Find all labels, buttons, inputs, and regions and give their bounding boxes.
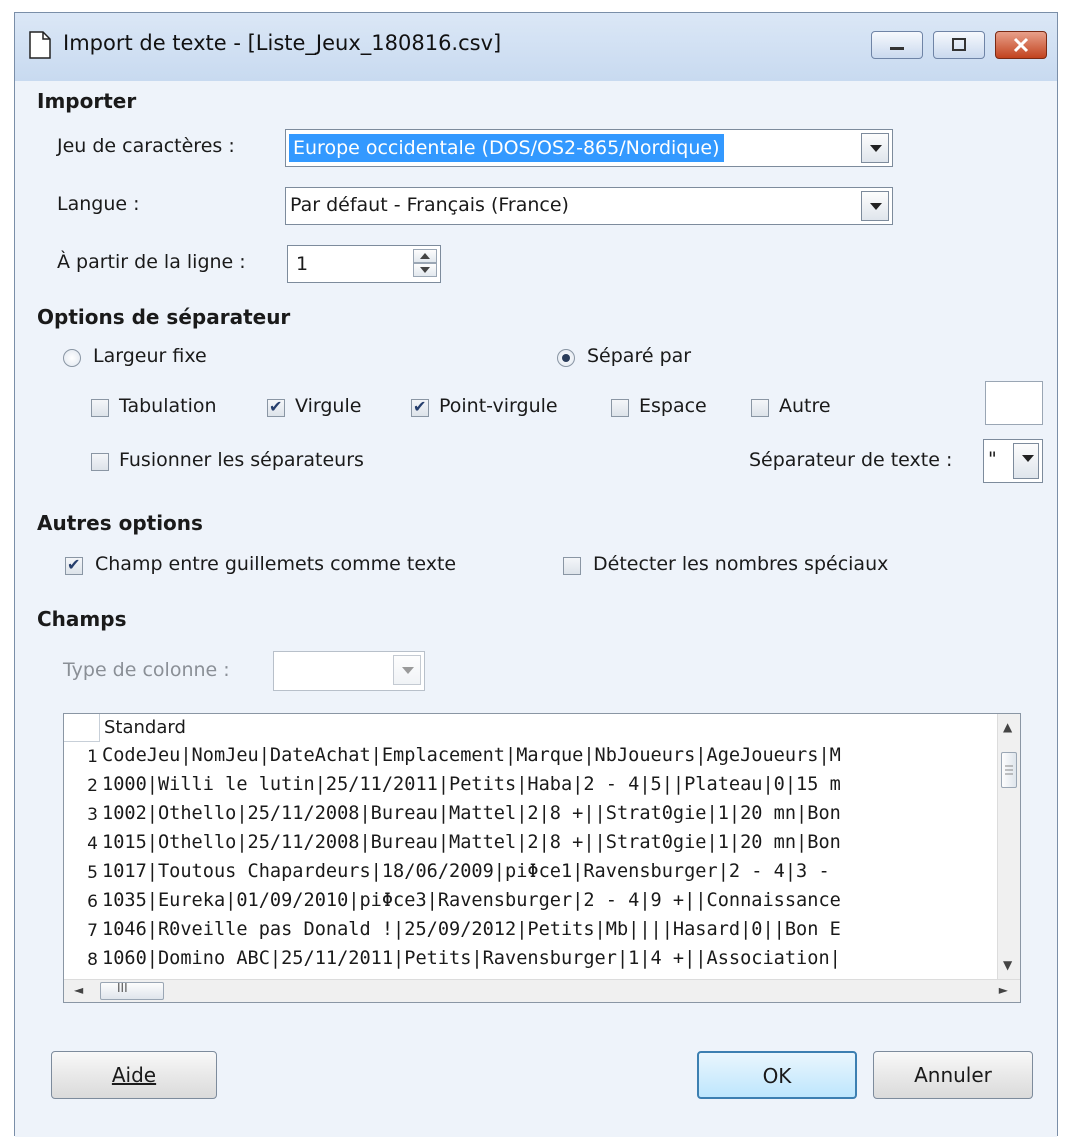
detect-special-numbers-label[interactable]: Détecter les nombres spéciaux: [593, 553, 888, 575]
merge-separators-checkbox[interactable]: [91, 453, 109, 471]
column-type-label: Type de colonne :: [63, 659, 230, 681]
quoted-as-text-checkbox[interactable]: [65, 555, 83, 575]
scroll-grip-mark: III: [117, 981, 128, 995]
chevron-down-icon[interactable]: [1013, 443, 1039, 479]
other-label[interactable]: Autre: [779, 395, 831, 417]
chevron-down-icon[interactable]: [861, 191, 889, 221]
stepper-up-icon[interactable]: [413, 249, 437, 263]
table-row[interactable]: 1000|Willi le lutin|25/11/2011|Petits|Ha…: [102, 774, 841, 795]
detect-special-numbers-checkbox[interactable]: [563, 557, 581, 575]
row-number[interactable]: 3: [64, 805, 100, 825]
help-button[interactable]: Aide: [51, 1051, 217, 1099]
fixed-width-label[interactable]: Largeur fixe: [93, 345, 207, 367]
row-number[interactable]: 5: [64, 863, 100, 883]
import-text-dialog: Import de texte - [Liste_Jeux_180816.csv…: [14, 12, 1058, 1137]
tab-checkbox[interactable]: [91, 399, 109, 417]
fixed-width-radio[interactable]: [63, 349, 81, 367]
table-row[interactable]: 1060|Domino ABC|25/11/2011|Petits|Ravens…: [102, 948, 841, 969]
ok-button[interactable]: OK: [697, 1051, 857, 1099]
row-number[interactable]: 4: [64, 834, 100, 854]
table-row[interactable]: 1035|Eureka|01/09/2010|piΦce3|Ravensburg…: [102, 890, 841, 911]
importer-heading: Importer: [37, 89, 137, 113]
fields-heading: Champs: [37, 607, 127, 631]
scroll-up-icon[interactable]: ▲: [1003, 720, 1012, 734]
charset-label: Jeu de caractères :: [57, 135, 235, 157]
other-options-heading: Autres options: [37, 511, 203, 535]
row-number[interactable]: 6: [64, 892, 100, 912]
chevron-down-icon[interactable]: [861, 133, 889, 163]
table-row[interactable]: 1015|Othello|25/11/2008|Bureau|Mattel|2|…: [102, 832, 841, 853]
maximize-icon: [952, 38, 966, 51]
quoted-as-text-label[interactable]: Champ entre guillemets comme texte: [95, 553, 456, 575]
from-line-value: 1: [296, 253, 309, 275]
cancel-button[interactable]: Annuler: [873, 1051, 1033, 1099]
stepper-down-icon[interactable]: [413, 263, 437, 277]
ok-button-label: OK: [762, 1064, 792, 1088]
grid-header: Standard: [64, 714, 1020, 742]
scroll-right-icon[interactable]: ►: [999, 983, 1008, 997]
close-button[interactable]: [995, 31, 1047, 59]
table-row[interactable]: 1046|R0veille pas Donald !|25/09/2012|Pe…: [102, 919, 841, 940]
other-checkbox[interactable]: [751, 399, 769, 417]
language-label: Langue :: [57, 193, 140, 215]
comma-label[interactable]: Virgule: [295, 395, 361, 417]
semicolon-checkbox[interactable]: [411, 397, 429, 417]
table-row[interactable]: 1017|Toutous Chapardeurs|18/06/2009|piΦc…: [102, 861, 841, 882]
grid-corner: [64, 714, 100, 742]
dialog-content: Importer Jeu de caractères : Europe occi…: [15, 81, 1057, 1137]
minimize-button[interactable]: [871, 31, 923, 59]
table-row[interactable]: CodeJeu|NomJeu|DateAchat|Emplacement|Mar…: [102, 745, 841, 766]
text-delimiter-value: ": [988, 448, 997, 470]
merge-separators-label[interactable]: Fusionner les séparateurs: [119, 449, 364, 471]
chevron-down-icon[interactable]: [393, 655, 421, 685]
row-number[interactable]: 2: [64, 776, 100, 796]
semicolon-label[interactable]: Point-virgule: [439, 395, 558, 417]
text-delimiter-select[interactable]: ": [983, 439, 1043, 483]
separated-by-radio[interactable]: [557, 349, 575, 367]
row-number[interactable]: 1: [64, 747, 100, 767]
preview-grid[interactable]: Standard 1 CodeJeu|NomJeu|DateAchat|Empla…: [63, 713, 1021, 1003]
vertical-scroll-thumb[interactable]: [1001, 752, 1017, 788]
help-button-label: Aide: [111, 1063, 157, 1087]
vertical-scrollbar[interactable]: ▲ ▼: [997, 714, 1020, 980]
separated-by-label[interactable]: Séparé par: [587, 345, 691, 367]
comma-checkbox[interactable]: [267, 397, 285, 417]
grip-icon: [1005, 765, 1013, 775]
other-separator-input[interactable]: [985, 381, 1043, 425]
scroll-down-icon[interactable]: ▼: [1003, 958, 1012, 972]
cancel-button-label: Annuler: [914, 1063, 992, 1087]
title-bar: Import de texte - [Liste_Jeux_180816.csv…: [15, 13, 1057, 81]
charset-value: Europe occidentale (DOS/OS2-865/Nordique…: [289, 134, 724, 162]
scroll-left-icon[interactable]: ◄: [74, 983, 83, 997]
close-icon: [1013, 37, 1029, 53]
text-delimiter-label: Séparateur de texte :: [749, 449, 953, 471]
window-title: Import de texte - [Liste_Jeux_180816.csv…: [63, 31, 502, 55]
minimize-icon: [890, 47, 904, 50]
document-icon: [29, 31, 51, 59]
charset-select[interactable]: Europe occidentale (DOS/OS2-865/Nordique…: [285, 129, 893, 167]
space-label[interactable]: Espace: [639, 395, 707, 417]
language-select[interactable]: Par défaut - Français (France): [285, 187, 893, 225]
language-value: Par défaut - Français (France): [290, 194, 569, 216]
horizontal-scrollbar[interactable]: ◄ III ►: [64, 979, 1020, 1002]
column-type-select[interactable]: [273, 651, 425, 691]
row-number[interactable]: 7: [64, 921, 100, 941]
from-line-stepper[interactable]: 1: [287, 245, 441, 283]
separator-options-heading: Options de séparateur: [37, 305, 291, 329]
row-number[interactable]: 8: [64, 950, 100, 970]
stepper-buttons: [413, 249, 437, 279]
horizontal-scroll-thumb[interactable]: III: [100, 981, 164, 1000]
column-header-standard[interactable]: Standard: [104, 717, 186, 738]
table-row[interactable]: 1002|Othello|25/11/2008|Bureau|Mattel|2|…: [102, 803, 841, 824]
tab-label[interactable]: Tabulation: [119, 395, 217, 417]
maximize-button[interactable]: [933, 31, 985, 59]
from-line-label: À partir de la ligne :: [57, 251, 246, 273]
space-checkbox[interactable]: [611, 399, 629, 417]
